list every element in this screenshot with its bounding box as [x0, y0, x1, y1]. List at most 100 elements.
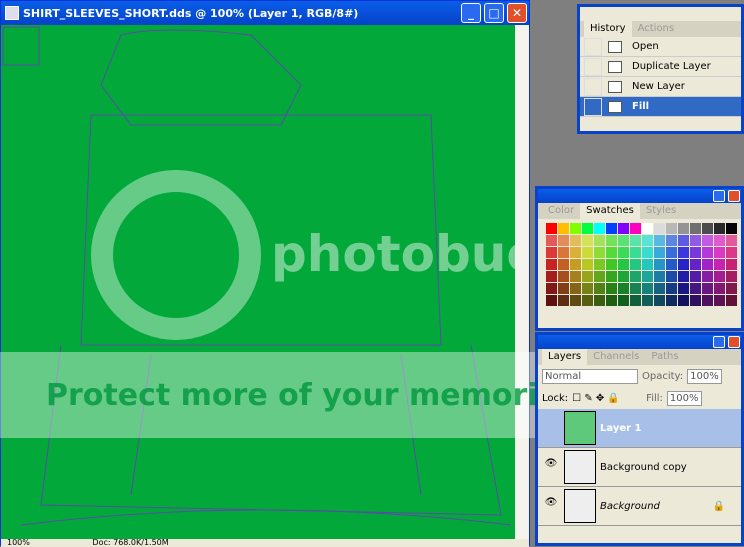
swatch[interactable] — [666, 283, 677, 294]
layer-row[interactable]: Layer 1 — [538, 409, 741, 448]
swatch[interactable] — [582, 235, 593, 246]
tab-color[interactable]: Color — [542, 203, 580, 219]
swatch[interactable] — [582, 259, 593, 270]
swatch[interactable] — [618, 235, 629, 246]
swatch[interactable] — [666, 271, 677, 282]
swatch[interactable] — [666, 235, 677, 246]
swatch[interactable] — [546, 271, 557, 282]
swatch[interactable] — [546, 283, 557, 294]
swatch[interactable] — [690, 259, 701, 270]
eye-icon[interactable] — [542, 419, 560, 437]
swatch[interactable] — [654, 259, 665, 270]
close-button[interactable] — [728, 190, 740, 202]
swatch[interactable] — [618, 271, 629, 282]
swatch[interactable] — [630, 295, 641, 306]
swatch[interactable] — [582, 295, 593, 306]
swatch[interactable] — [582, 247, 593, 258]
swatch[interactable] — [702, 283, 713, 294]
swatch[interactable] — [654, 235, 665, 246]
tab-swatches[interactable]: Swatches — [580, 203, 640, 219]
swatch[interactable] — [558, 247, 569, 258]
swatch[interactable] — [678, 271, 689, 282]
history-item[interactable]: New Layer — [580, 77, 741, 97]
swatch[interactable] — [630, 271, 641, 282]
eye-icon[interactable]: 👁 — [542, 458, 560, 476]
swatch[interactable] — [630, 223, 641, 234]
swatch[interactable] — [606, 247, 617, 258]
swatch[interactable] — [606, 271, 617, 282]
swatch[interactable] — [618, 223, 629, 234]
swatch[interactable] — [618, 259, 629, 270]
swatch[interactable] — [666, 247, 677, 258]
swatch[interactable] — [606, 235, 617, 246]
swatch[interactable] — [546, 247, 557, 258]
swatch[interactable] — [642, 295, 653, 306]
swatch[interactable] — [654, 295, 665, 306]
swatch[interactable] — [582, 271, 593, 282]
fill-input[interactable]: 100% — [666, 390, 702, 406]
swatch[interactable] — [714, 247, 725, 258]
swatch[interactable] — [546, 235, 557, 246]
swatch[interactable] — [702, 271, 713, 282]
swatch[interactable] — [702, 235, 713, 246]
swatch[interactable] — [714, 283, 725, 294]
swatch[interactable] — [726, 259, 737, 270]
swatch[interactable] — [606, 295, 617, 306]
history-item-selected[interactable]: Fill — [580, 97, 741, 117]
tab-paths[interactable]: Paths — [645, 349, 684, 365]
swatch[interactable] — [678, 295, 689, 306]
swatch[interactable] — [630, 259, 641, 270]
swatch[interactable] — [558, 271, 569, 282]
swatch[interactable] — [726, 235, 737, 246]
swatch[interactable] — [618, 283, 629, 294]
close-button[interactable]: ✕ — [507, 3, 527, 23]
swatch[interactable] — [642, 235, 653, 246]
swatch[interactable] — [678, 223, 689, 234]
swatch[interactable] — [702, 247, 713, 258]
swatch[interactable] — [606, 223, 617, 234]
swatch[interactable] — [702, 295, 713, 306]
swatch[interactable] — [642, 223, 653, 234]
swatch[interactable] — [570, 247, 581, 258]
swatch[interactable] — [558, 283, 569, 294]
swatch[interactable] — [714, 295, 725, 306]
layer-row[interactable]: 👁 Background copy — [538, 448, 741, 487]
tab-styles[interactable]: Styles — [640, 203, 682, 219]
swatch[interactable] — [606, 283, 617, 294]
swatch[interactable] — [546, 259, 557, 270]
swatch[interactable] — [570, 259, 581, 270]
swatch[interactable] — [594, 235, 605, 246]
swatch[interactable] — [690, 283, 701, 294]
eye-icon[interactable]: 👁 — [542, 497, 560, 515]
swatch[interactable] — [546, 295, 557, 306]
swatch[interactable] — [726, 283, 737, 294]
swatch[interactable] — [654, 223, 665, 234]
swatch[interactable] — [594, 271, 605, 282]
swatch[interactable] — [642, 283, 653, 294]
swatch[interactable] — [606, 259, 617, 270]
image-canvas[interactable]: photobucket — [1, 25, 515, 539]
swatch[interactable] — [558, 235, 569, 246]
swatch[interactable] — [678, 247, 689, 258]
swatch[interactable] — [594, 223, 605, 234]
tab-layers[interactable]: Layers — [542, 349, 588, 365]
swatch[interactable] — [570, 271, 581, 282]
swatch[interactable] — [558, 259, 569, 270]
swatch-grid[interactable] — [538, 219, 741, 310]
swatch[interactable] — [546, 223, 557, 234]
swatch[interactable] — [594, 247, 605, 258]
history-item[interactable]: Duplicate Layer — [580, 57, 741, 77]
swatch[interactable] — [726, 271, 737, 282]
close-button[interactable] — [728, 336, 740, 348]
swatch[interactable] — [642, 271, 653, 282]
swatch[interactable] — [570, 295, 581, 306]
swatch[interactable] — [558, 295, 569, 306]
swatch[interactable] — [642, 259, 653, 270]
minimize-button[interactable]: _ — [461, 3, 481, 23]
swatch[interactable] — [702, 259, 713, 270]
swatch[interactable] — [666, 259, 677, 270]
swatch[interactable] — [714, 259, 725, 270]
swatch[interactable] — [582, 283, 593, 294]
vertical-scrollbar[interactable] — [515, 25, 529, 539]
swatch[interactable] — [690, 235, 701, 246]
